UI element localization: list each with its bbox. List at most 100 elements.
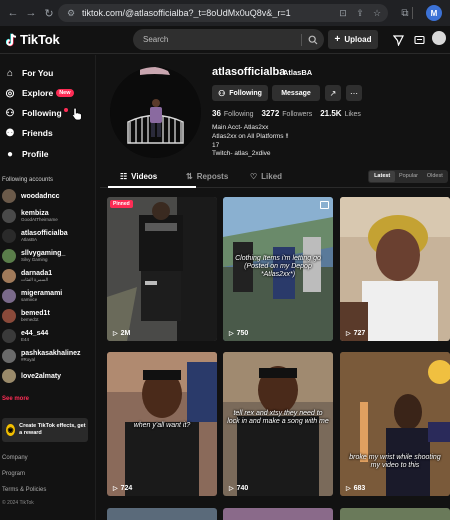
tab-reposts[interactable]: ⇅ Reposts bbox=[186, 172, 228, 181]
reload-icon[interactable]: ↻ bbox=[42, 6, 56, 20]
video-card[interactable] bbox=[340, 508, 450, 520]
video-card[interactable]: tell rex and xtsy they need to lock in a… bbox=[223, 352, 333, 496]
video-card[interactable]: broke my wrist while shooting my video t… bbox=[340, 352, 450, 496]
url-text[interactable]: tiktok.com/@atlasofficialba?_t=8oUdMx0uQ… bbox=[82, 8, 337, 18]
tab-label: Liked bbox=[261, 172, 283, 181]
sidebar-item-explore[interactable]: ◎ Explore New bbox=[4, 85, 74, 101]
browser-profile-avatar[interactable]: M bbox=[426, 5, 442, 21]
install-icon[interactable]: ⊡ bbox=[337, 7, 349, 19]
play-icon: ▷ bbox=[346, 331, 351, 337]
account-names: sllvygaming_ Silvy Gaming bbox=[21, 250, 65, 263]
video-thumbnail bbox=[107, 197, 217, 341]
footer-copyright: © 2024 TikTok bbox=[2, 500, 34, 506]
account-username: sllvygaming_ bbox=[21, 249, 66, 257]
tab-videos[interactable]: ☷ Videos bbox=[120, 172, 157, 181]
send-icon[interactable] bbox=[392, 34, 404, 46]
following-account-item[interactable]: sllvygaming_ Silvy Gaming bbox=[2, 247, 65, 265]
share-icon[interactable]: ⇪ bbox=[354, 7, 366, 19]
likes-count-label: Likes bbox=[344, 111, 361, 118]
account-nickname: bemed1t bbox=[21, 316, 39, 322]
video-card[interactable]: ▷ 727 bbox=[340, 197, 450, 341]
back-icon[interactable]: ← bbox=[6, 6, 20, 20]
user-avatar[interactable] bbox=[432, 31, 446, 45]
see-more-link[interactable]: See more bbox=[2, 396, 29, 402]
plus-icon: + bbox=[334, 34, 341, 45]
following-button[interactable]: ⚇ Following bbox=[212, 85, 268, 101]
search-icon[interactable] bbox=[302, 35, 324, 45]
footer-program-link[interactable]: Program bbox=[2, 471, 25, 477]
upload-label: Upload bbox=[344, 35, 372, 44]
view-count-value: 2M bbox=[120, 330, 131, 337]
account-username: migeramami bbox=[21, 289, 63, 297]
bookmark-star-icon[interactable]: ☆ bbox=[371, 7, 383, 19]
share-profile-button[interactable]: ↗ bbox=[325, 85, 341, 101]
tiktok-logo[interactable]: TikTok bbox=[6, 32, 60, 47]
sidebar-item-label: Friends bbox=[22, 128, 53, 138]
extensions-icon[interactable]: ⧉ bbox=[398, 6, 412, 20]
pinned-badge: Pinned bbox=[110, 200, 133, 208]
search-box[interactable]: Search bbox=[133, 29, 324, 50]
coin-icon: ◉ bbox=[6, 424, 16, 436]
following-account-item[interactable]: woodadncc bbox=[2, 187, 60, 205]
footer-company-link[interactable]: Company bbox=[2, 455, 28, 461]
view-count: ▷ 724 bbox=[113, 485, 132, 492]
account-nickname: samiiice bbox=[21, 296, 38, 302]
videos-grid-icon: ☷ bbox=[120, 172, 128, 181]
account-nickname: AtlasBA bbox=[21, 236, 38, 242]
sidebar-item-following[interactable]: ⚇ Following bbox=[4, 105, 68, 121]
sort-toggle: Latest Popular Oldest bbox=[368, 170, 448, 183]
following-count[interactable]: 36 bbox=[212, 109, 221, 118]
video-card[interactable] bbox=[223, 508, 333, 520]
video-card[interactable]: Clothing Items i'm letting go (Posted on… bbox=[223, 197, 333, 341]
search-input[interactable]: Search bbox=[143, 35, 301, 44]
following-account-item[interactable]: darnada1 السمرة الفئات bbox=[2, 267, 52, 285]
video-thumbnail bbox=[340, 197, 450, 341]
video-caption: broke my wrist while shooting my video t… bbox=[349, 454, 441, 470]
forward-icon[interactable]: → bbox=[24, 6, 38, 20]
video-caption: when y'all want it? bbox=[133, 422, 191, 429]
photo-mode-icon bbox=[320, 201, 329, 209]
tab-label: Reposts bbox=[196, 172, 229, 181]
avatar bbox=[2, 209, 16, 223]
upload-button[interactable]: + Upload bbox=[328, 30, 378, 49]
sort-latest[interactable]: Latest bbox=[369, 171, 396, 182]
notification-dot bbox=[63, 108, 68, 112]
view-count: ▷ 727 bbox=[346, 330, 365, 337]
friends-icon: ⚉ bbox=[5, 127, 15, 139]
video-card[interactable] bbox=[107, 508, 217, 520]
following-icon: ⚇ bbox=[5, 107, 15, 119]
inbox-icon[interactable] bbox=[413, 34, 425, 46]
avatar bbox=[2, 309, 16, 323]
compass-icon: ◎ bbox=[5, 87, 15, 99]
sidebar-item-for-you[interactable]: ⌂ For You bbox=[4, 65, 53, 81]
effects-promo-button[interactable]: ◉ Create TikTok effects, get a reward bbox=[2, 418, 88, 442]
following-account-item[interactable]: pashkasakhalinez #Royal bbox=[2, 347, 81, 365]
play-icon: ▷ bbox=[113, 486, 118, 492]
following-account-item[interactable]: bemed1t bemed1t bbox=[2, 307, 50, 325]
following-account-item[interactable]: atlasofficialba AtlasBA bbox=[2, 227, 68, 245]
message-button[interactable]: Message bbox=[272, 85, 320, 101]
video-card[interactable]: when y'all want it? ▷ 724 bbox=[107, 352, 217, 496]
tune-icon[interactable]: ⚙ bbox=[65, 7, 77, 19]
followers-count-label: Followers bbox=[282, 111, 313, 118]
following-account-item[interactable]: e44_s44 E44 bbox=[2, 327, 48, 345]
sidebar-item-profile[interactable]: ● Profile bbox=[4, 146, 48, 162]
sort-oldest[interactable]: Oldest bbox=[422, 171, 448, 182]
profile-nickname: AtlasBA bbox=[283, 68, 313, 77]
sidebar-item-friends[interactable]: ⚉ Friends bbox=[4, 125, 53, 141]
address-bar[interactable]: ⚙ tiktok.com/@atlasofficialba?_t=8oUdMx0… bbox=[58, 4, 388, 22]
play-icon: ▷ bbox=[229, 331, 234, 337]
tab-liked[interactable]: ♡ Liked bbox=[250, 172, 282, 181]
sort-popular[interactable]: Popular bbox=[395, 171, 421, 182]
following-account-item[interactable]: love2almaty bbox=[2, 367, 61, 385]
followers-count[interactable]: 3272 bbox=[261, 109, 279, 118]
following-account-item[interactable]: migeramami samiiice bbox=[2, 287, 62, 305]
sidebar-item-label: For You bbox=[22, 68, 54, 78]
more-options-button[interactable]: ⋯ bbox=[346, 85, 362, 101]
following-account-item[interactable]: kembiza GoodAtTheirname bbox=[2, 207, 58, 225]
footer-terms-link[interactable]: Terms & Policies bbox=[2, 487, 46, 493]
video-card[interactable]: Pinned ▷ 2M bbox=[107, 197, 217, 341]
profile-avatar[interactable] bbox=[110, 67, 201, 158]
account-names: bemed1t bemed1t bbox=[21, 310, 50, 323]
view-count-value: 740 bbox=[236, 485, 249, 492]
